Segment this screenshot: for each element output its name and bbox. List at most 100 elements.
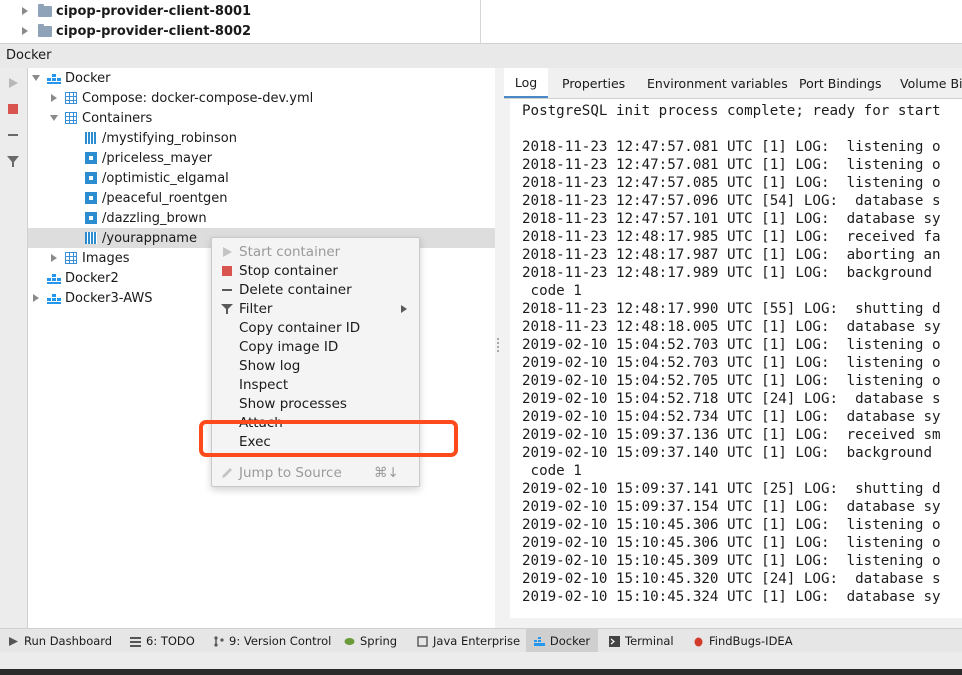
expand-arrow-icon[interactable] [31,293,41,303]
log-line: 2019-02-10 15:04:52.703 UTC [1] LOG: lis… [522,337,941,353]
tab-port-bindings[interactable]: Port Bindings [799,68,882,98]
log-line: 2019-02-10 15:09:37.140 UTC [1] LOG: bac… [522,445,941,461]
menu-item-label: Show processes [239,395,347,412]
running-container-icon [85,132,97,144]
tool-button-label: Terminal [625,634,674,648]
menu-item-inspect[interactable]: Inspect [212,375,419,394]
tool-button-label: Java Enterprise [433,634,521,648]
log-line: 2018-11-23 12:48:17.985 UTC [1] LOG: rec… [522,229,941,245]
tree-node-container[interactable]: /dazzling_brown [28,208,495,228]
log-line: 2018-11-23 12:47:57.081 UTC [1] LOG: lis… [522,157,941,173]
menu-item-shortcut: ⌘↓ [374,464,399,481]
tool-button-label: 9: Version Control [229,634,332,648]
project-tree-row[interactable]: cipop-provider-client-8001 [0,1,251,21]
project-module-label: cipop-provider-client-8002 [56,23,252,39]
stopped-container-icon [85,172,97,184]
collapse-button[interactable] [5,127,21,143]
tab-properties[interactable]: Properties [562,68,625,98]
tree-node-docker[interactable]: Docker [28,68,495,88]
log-output[interactable]: PostgreSQL init process complete; ready … [510,99,962,618]
menu-item-label: Stop container [239,262,338,279]
log-line: 2019-02-10 15:09:37.154 UTC [1] LOG: dat… [522,499,941,515]
compose-icon [65,92,77,104]
menu-item-label: Jump to Source [239,464,342,481]
running-container-icon [85,232,97,244]
project-tree-row[interactable]: cipop-provider-client-8002 [0,21,251,41]
menu-item-label: Copy container ID [239,319,361,336]
tree-node-label: Docker2 [65,270,119,286]
tool-button-run-dashboard[interactable]: Run Dashboard [8,629,112,653]
menu-item-filter[interactable]: Filter [212,299,419,318]
pencil-icon [222,468,232,478]
details-tab-bar: Log Properties Environment variables Por… [504,68,962,99]
collapse-arrow-icon[interactable] [31,73,41,83]
tree-node-label: Compose: docker-compose-dev.yml [82,90,314,106]
run-button[interactable] [5,75,21,91]
log-line: 2019-02-10 15:04:52.705 UTC [1] LOG: lis… [522,373,941,389]
menu-item-delete-container[interactable]: Delete container [212,280,419,299]
tree-node-containers[interactable]: Containers [28,108,495,128]
tab-log[interactable]: Log [504,68,548,98]
log-line: 2019-02-10 15:04:52.734 UTC [1] LOG: dat… [522,409,941,425]
expand-arrow-icon[interactable] [22,27,28,35]
tree-node-container[interactable]: /optimistic_elgamal [28,168,495,188]
tree-node-compose[interactable]: Compose: docker-compose-dev.yml [28,88,495,108]
filter-icon [7,156,19,167]
log-line: 2018-11-23 12:48:17.990 UTC [55] LOG: sh… [522,301,941,317]
tree-node-label: Docker [65,70,111,86]
tool-window-title: Docker [6,48,52,63]
play-icon [9,78,18,88]
tab-volume-bindings[interactable]: Volume Bin [900,68,962,98]
docker-left-toolbar [0,68,28,628]
window-bottom-edge [0,669,962,675]
tool-button-docker[interactable]: Docker [526,629,598,653]
panel-splitter[interactable] [495,68,509,628]
tool-button-todo[interactable]: 6: TODO [130,629,195,653]
java-enterprise-icon [417,635,428,647]
stop-icon [8,104,18,114]
tool-button-findbugs[interactable]: FindBugs-IDEA [693,629,793,653]
tool-button-java-enterprise[interactable]: Java Enterprise [417,629,520,653]
tool-window-header: Docker [0,43,962,69]
tab-label: Log [514,74,538,90]
tool-button-terminal[interactable]: Terminal [609,629,674,653]
project-module-label: cipop-provider-client-8001 [56,3,252,19]
filter-button[interactable] [5,153,21,169]
menu-item-stop-container[interactable]: Stop container [212,261,419,280]
expand-arrow-icon[interactable] [49,93,59,103]
docker-icon [533,636,545,646]
menu-item-show-processes[interactable]: Show processes [212,394,419,413]
menu-item-start-container[interactable]: Start container [212,242,419,261]
expand-arrow-icon[interactable] [49,253,59,263]
bottom-tool-bar: Run Dashboard 6: TODO 9: Version Control… [0,628,962,653]
log-line: 2019-02-10 15:09:37.136 UTC [1] LOG: rec… [522,427,941,443]
tab-environment-variables[interactable]: Environment variables [647,68,788,98]
expand-arrow-icon[interactable] [22,7,28,15]
stopped-container-icon [85,152,97,164]
tab-label: Port Bindings [799,75,882,91]
collapse-arrow-icon[interactable] [49,113,59,123]
log-line: 2019-02-10 15:10:45.306 UTC [1] LOG: lis… [522,535,941,551]
menu-item-label: Inspect [239,376,289,393]
spring-icon [344,637,355,645]
log-line: code 1 [522,283,582,299]
tree-node-container[interactable]: /mystifying_robinson [28,128,495,148]
log-line: 2019-02-10 15:04:52.718 UTC [24] LOG: da… [522,391,941,407]
menu-item-copy-container-id[interactable]: Copy container ID [212,318,419,337]
run-dashboard-icon [9,636,18,646]
tree-node-container[interactable]: /priceless_mayer [28,148,495,168]
tool-button-spring[interactable]: Spring [344,629,397,653]
tool-button-version-control[interactable]: 9: Version Control [213,629,331,653]
menu-item-show-log[interactable]: Show log [212,356,419,375]
menu-item-jump-to-source[interactable]: Jump to Source ⌘↓ [212,463,419,482]
terminal-icon [609,635,620,647]
log-line: 2018-11-23 12:47:57.101 UTC [1] LOG: dat… [522,211,941,227]
submenu-arrow-icon [401,305,407,313]
log-line: 2018-11-23 12:48:17.987 UTC [1] LOG: abo… [522,247,941,263]
stopped-container-icon [85,212,97,224]
docker-whale-icon [47,272,61,284]
stop-button[interactable] [5,101,21,117]
menu-item-label: Copy image ID [239,338,339,355]
tree-node-container[interactable]: /peaceful_roentgen [28,188,495,208]
menu-item-copy-image-id[interactable]: Copy image ID [212,337,419,356]
